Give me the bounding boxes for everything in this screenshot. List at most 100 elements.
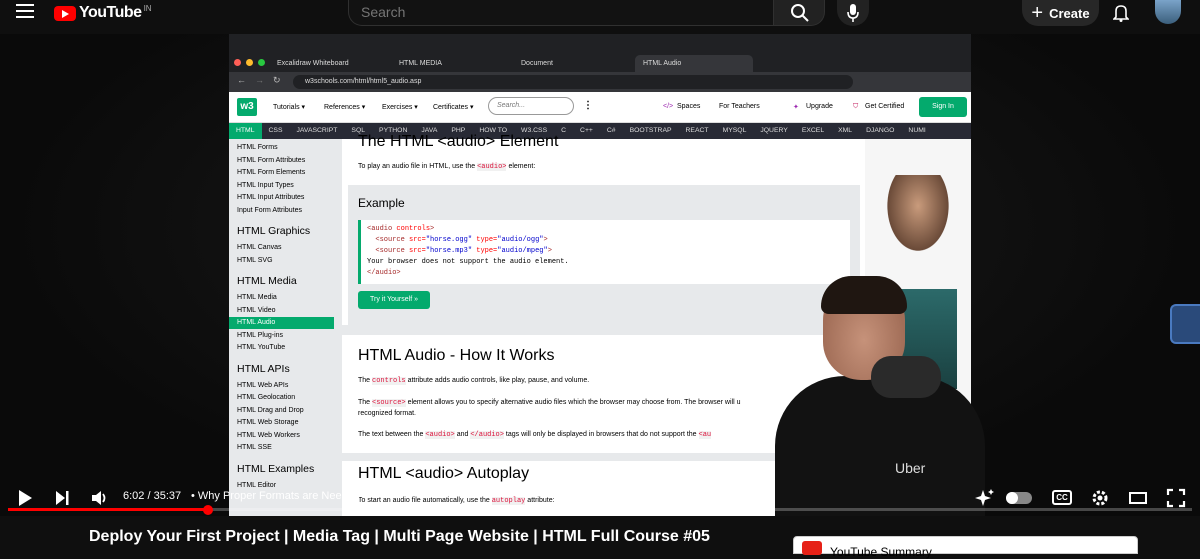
browser-tab: Document [521, 60, 553, 67]
try-it-yourself-button: Try it Yourself » [358, 291, 430, 309]
w3-menu-item: Certificates ▾ [433, 104, 474, 111]
w3-sidebar-item: HTML Plug-ins [237, 331, 284, 339]
w3-sidebar-item: HTML Form Attributes [237, 156, 306, 164]
account-avatar[interactable] [1155, 0, 1181, 24]
w3-menu-item: Tutorials ▾ [273, 104, 306, 111]
shirt-logo: Uber [895, 460, 926, 476]
paragraph: The text between the <audio> and </audio… [358, 431, 712, 439]
w3-sidebar-item: HTML Media [237, 294, 277, 301]
w3-topic-item: C# [606, 127, 616, 134]
w3-sidebar-item: HTML Audio [229, 317, 334, 329]
settings-gear-icon[interactable] [1090, 488, 1110, 508]
plus-icon: + [1031, 1, 1044, 24]
example-title: Example [358, 196, 405, 210]
w3schools-logo: w3 [237, 98, 257, 116]
w3-sidebar-item: HTML Canvas [237, 244, 282, 251]
search-icon [791, 4, 809, 22]
w3-sidebar-item: HTML Forms [237, 144, 278, 151]
browser-address-bar: ← → ↻ w3schools.com/html/html5_audio.asp [229, 72, 971, 92]
autoplay-toggle[interactable] [1006, 492, 1032, 504]
search-button[interactable] [773, 0, 825, 26]
forward-icon: → [255, 75, 264, 85]
youtube-logo[interactable]: YouTube IN [54, 4, 152, 22]
presenter-hair [821, 276, 907, 314]
logo-text: YouTube [79, 4, 142, 21]
back-icon: ← [237, 75, 246, 85]
search-input[interactable] [361, 3, 761, 21]
w3-spaces: Spaces [677, 103, 701, 110]
create-button[interactable]: + Create [1022, 0, 1099, 26]
screen-recording-top [229, 34, 971, 52]
captions-icon[interactable]: CC [1052, 490, 1072, 505]
code-line: <source src="horse.mp3" type="audio/mpeg… [375, 247, 552, 255]
browser-tab: HTML MEDIA [399, 60, 442, 67]
w3-sidebar-item: HTML Video [237, 306, 276, 314]
code-icon: </> [663, 103, 674, 110]
paragraph: recognized format. [358, 410, 416, 417]
w3-sidebar-item: HTML Drag and Drop [237, 406, 304, 414]
volume-icon[interactable] [90, 488, 110, 508]
browser-tab-active: HTML Audio [635, 55, 753, 72]
kebab-menu-icon: ⋮ [583, 100, 593, 111]
w3-topic-item: REACT [685, 127, 709, 134]
voice-search-button[interactable] [837, 0, 869, 26]
w3-sidebar-item: HTML SSE [237, 444, 272, 451]
theater-mode-icon[interactable] [1128, 488, 1148, 508]
w3-sidebar-item: HTML Input Attributes [237, 194, 305, 201]
browser-tab: Excalidraw Whiteboard [277, 60, 349, 67]
upgrade-icon: ✦ [793, 104, 799, 111]
paragraph: The controls attribute adds audio contro… [358, 377, 590, 385]
autoplay-heading: HTML <audio> Autoplay [358, 465, 530, 482]
next-icon[interactable] [54, 488, 70, 508]
w3-upgrade: Upgrade [806, 103, 833, 110]
maximize-dot [258, 59, 265, 66]
w3-topic-item: JQUERY [760, 127, 788, 134]
chapter-title[interactable]: • Why Proper Formats are Needed › [191, 490, 367, 502]
w3-for-teachers: For Teachers [719, 103, 760, 110]
youtube-header: YouTube IN + Create [0, 0, 1200, 26]
w3-get-certified: Get Certified [865, 103, 905, 110]
w3-sidebar-item: HTML Input Types [237, 181, 294, 189]
extension-widget-icon[interactable] [1170, 304, 1200, 344]
w3-sidebar-item: HTML Web Workers [237, 431, 300, 439]
reload-icon: ↻ [273, 75, 281, 85]
w3-topic-item: BOOTSTRAP [629, 127, 672, 134]
player-controls: 6:02 / 35:37 • Why Proper Formats are Ne… [0, 482, 1200, 514]
cart-icon: ⛉ [853, 103, 859, 110]
w3-topic-bar: HTML CSS JAVASCRIPT SQL PYTHON JAVA PHP HOW TO W… [229, 123, 971, 139]
w3-topic-item: NUMI [908, 127, 926, 134]
intro-paragraph: To play an audio file in HTML, use the <… [358, 163, 536, 171]
play-icon[interactable] [16, 488, 34, 508]
youtube-summary-extension[interactable]: YouTube Summary [793, 536, 1138, 559]
create-label: Create [1049, 5, 1090, 21]
w3-sidebar-item: HTML Web APIs [237, 381, 289, 389]
w3-search-field: Search... [488, 97, 574, 115]
notifications-bell-icon[interactable] [1113, 4, 1129, 22]
w3-sidebar-heading: HTML APIs [237, 362, 290, 375]
w3-topic-item: MYSQL [722, 127, 747, 134]
w3-topic-item: CSS [268, 127, 283, 134]
w3-sidebar-item: HTML Form Elements [237, 169, 306, 176]
w3-topic-item: EXCEL [801, 127, 825, 134]
w3-sidebar-item: HTML SVG [237, 256, 273, 264]
w3-navbar: w3 Tutorials ▾ References ▾ Exercises ▾ … [229, 92, 971, 123]
w3-sidebar-item: HTML Web Storage [237, 419, 299, 426]
menu-icon[interactable] [16, 4, 34, 18]
microphone-icon [847, 4, 859, 22]
w3-sidebar-item: Input Form Attributes [237, 206, 302, 214]
presenter-webcam: Uber [775, 276, 1005, 516]
video-player[interactable]: Excalidraw Whiteboard HTML MEDIA Documen… [0, 34, 1200, 516]
w3-menu-item: References ▾ [324, 104, 366, 111]
w3-menu-item: Exercises ▾ [382, 104, 418, 111]
minimize-dot [246, 59, 253, 66]
w3-sidebar: HTML Forms HTML Form Attributes HTML Form … [229, 139, 342, 516]
paragraph: The <source> element allows you to speci… [358, 399, 741, 407]
browser-url: w3schools.com/html/html5_audio.asp [293, 75, 853, 89]
page-heading: The HTML <audio> Element [358, 133, 559, 150]
sparkle-icon[interactable] [975, 488, 995, 508]
w3-sidebar-item: HTML YouTube [237, 344, 286, 351]
fullscreen-icon[interactable] [1166, 488, 1186, 508]
video-info: Deploy Your First Project | Media Tag | … [0, 516, 1200, 559]
summary-label: YouTube Summary [830, 545, 932, 559]
search-box [348, 0, 774, 26]
